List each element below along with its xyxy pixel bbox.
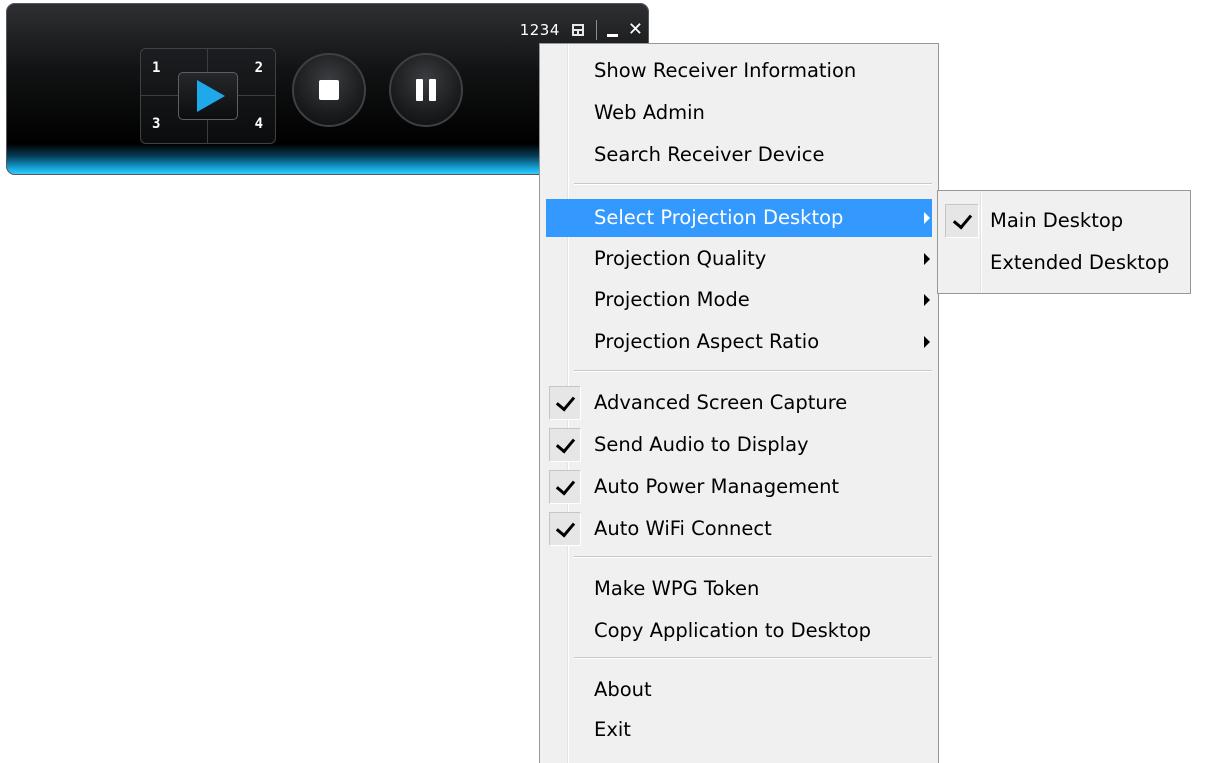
checkmark-box (549, 470, 581, 504)
menu-item-make-wpg-token[interactable]: Make WPG Token (546, 570, 932, 608)
checkmark-box (549, 512, 581, 546)
menu-item-auto-wifi-connect[interactable]: Auto WiFi Connect (546, 510, 932, 548)
menu-item-label: About (594, 678, 652, 701)
title-separator (595, 20, 597, 40)
menu-item-label: Projection Quality (594, 247, 767, 270)
quadrant-1-button[interactable]: 1 (152, 61, 160, 75)
menu-item-label: Exit (594, 718, 631, 741)
menu-item-advanced-screen-capture[interactable]: Advanced Screen Capture (546, 384, 932, 422)
menu-item-projection-aspect-ratio[interactable]: Projection Aspect Ratio (546, 323, 932, 361)
menu-item-label: Projection Mode (594, 288, 750, 311)
quadrant-4-button[interactable]: 4 (255, 117, 263, 131)
stop-button[interactable] (292, 53, 366, 127)
menu-separator (574, 556, 932, 558)
layout-toggle-icon[interactable] (571, 24, 584, 36)
menu-separator (574, 657, 932, 659)
menu-item-label: Send Audio to Display (594, 433, 809, 456)
submenu-arrow-icon (924, 253, 930, 265)
login-code: 1234 (519, 21, 560, 39)
checkmark-box (549, 386, 581, 420)
pause-icon (416, 79, 436, 101)
menu-separator (574, 183, 932, 185)
checkmark-box (945, 204, 979, 238)
submenu-arrow-icon (924, 212, 930, 224)
menu-item-label: Web Admin (594, 101, 705, 124)
quadrant-2-button[interactable]: 2 (255, 61, 263, 75)
menu-item-show-receiver-information[interactable]: Show Receiver Information (546, 52, 932, 90)
menu-item-auto-power-management[interactable]: Auto Power Management (546, 468, 932, 506)
menu-item-label: Projection Aspect Ratio (594, 330, 820, 353)
close-icon[interactable]: ✕ (628, 21, 643, 39)
stop-icon (319, 80, 339, 100)
menu-item-copy-application-to-desktop[interactable]: Copy Application to Desktop (546, 612, 932, 650)
menu-item-label: Auto WiFi Connect (594, 517, 772, 540)
submenu-item-main-desktop[interactable]: Main Desktop (942, 202, 1186, 240)
split-screen-selector: 1 2 3 4 (140, 48, 276, 144)
menu-item-projection-quality[interactable]: Projection Quality (546, 240, 932, 278)
menu-item-label: Select Projection Desktop (594, 206, 844, 229)
menu-item-search-receiver-device[interactable]: Search Receiver Device (546, 136, 932, 174)
context-menu: Show Receiver Information Web Admin Sear… (539, 43, 939, 763)
quadrant-3-button[interactable]: 3 (152, 117, 160, 131)
menu-item-label: Make WPG Token (594, 577, 760, 600)
menu-item-select-projection-desktop[interactable]: Select Projection Desktop (546, 199, 932, 237)
checkmark-icon (555, 390, 575, 412)
menu-item-label: Search Receiver Device (594, 143, 825, 166)
minimize-icon[interactable] (606, 33, 618, 37)
submenu-arrow-icon (924, 294, 930, 306)
pause-button[interactable] (389, 53, 463, 127)
menu-item-projection-mode[interactable]: Projection Mode (546, 281, 932, 319)
checkmark-icon (555, 516, 575, 538)
submenu-item-extended-desktop[interactable]: Extended Desktop (942, 244, 1186, 282)
menu-item-send-audio-to-display[interactable]: Send Audio to Display (546, 426, 932, 464)
submenu-item-label: Main Desktop (990, 209, 1124, 232)
title-controls: 1234 ✕ (520, 18, 643, 42)
submenu-item-label: Extended Desktop (990, 251, 1170, 274)
menu-item-label: Copy Application to Desktop (594, 619, 872, 642)
play-button[interactable] (178, 72, 238, 120)
checkmark-icon (555, 432, 575, 454)
menu-item-label: Auto Power Management (594, 475, 840, 498)
menu-item-label: Advanced Screen Capture (594, 391, 848, 414)
menu-item-about[interactable]: About (546, 671, 932, 709)
menu-item-exit[interactable]: Exit (546, 711, 932, 749)
checkmark-icon (555, 474, 575, 496)
menu-item-web-admin[interactable]: Web Admin (546, 94, 932, 132)
play-icon (196, 80, 225, 112)
projection-desktop-submenu: Main Desktop Extended Desktop (937, 190, 1191, 294)
menu-item-label: Show Receiver Information (594, 59, 857, 82)
checkmark-icon (952, 208, 972, 230)
menu-separator (574, 370, 932, 372)
submenu-arrow-icon (924, 336, 930, 348)
checkmark-box (549, 428, 581, 462)
